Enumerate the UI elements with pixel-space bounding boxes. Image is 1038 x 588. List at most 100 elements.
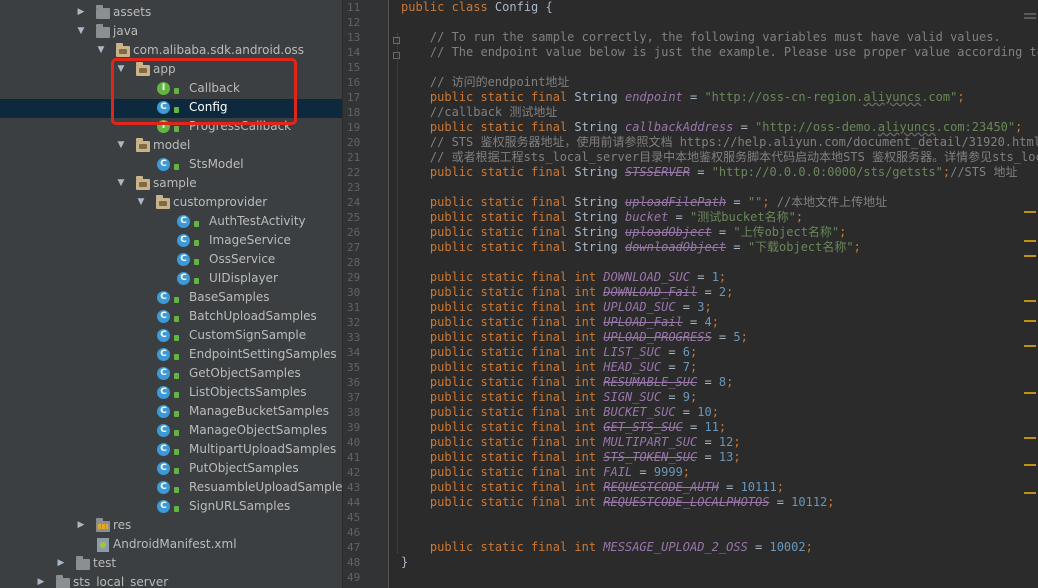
tree-item[interactable]: C ImageService xyxy=(0,232,342,251)
class-icon: C xyxy=(157,329,170,342)
code-line[interactable]: public static final int RESUMABLE_SUC = … xyxy=(401,375,1038,390)
code-line[interactable] xyxy=(401,255,1038,270)
code-line[interactable]: public static final int STS_TOKEN_SUC = … xyxy=(401,450,1038,465)
expand-arrow-icon[interactable]: ▼ xyxy=(96,45,106,55)
code-line[interactable]: public static final String endpoint = "h… xyxy=(401,90,1038,105)
tree-item[interactable]: C BatchUploadSamples xyxy=(0,308,342,327)
code-line[interactable]: public static final String downloadObjec… xyxy=(401,240,1038,255)
code-line[interactable]: // 或者根据工程sts_local_server目录中本地鉴权服务脚本代码启动… xyxy=(401,150,1038,165)
code-token: = xyxy=(697,435,719,449)
code-line[interactable]: public static final int BUCKET_SUC = 10; xyxy=(401,405,1038,420)
tree-item[interactable]: ▶ assets xyxy=(0,4,342,23)
tree-item[interactable]: C ManageObjectSamples xyxy=(0,422,342,441)
code-line[interactable]: public static final String callbackAddre… xyxy=(401,120,1038,135)
line-number: 48 xyxy=(347,556,361,569)
code-line[interactable]: } xyxy=(401,555,1038,570)
tree-item[interactable]: C StsModel xyxy=(0,156,342,175)
code-line[interactable]: public static final int UPLOAD_SUC = 3; xyxy=(401,300,1038,315)
tree-item[interactable]: AndroidManifest.xml xyxy=(0,536,342,555)
code-token: String xyxy=(574,225,625,239)
code-token: ; xyxy=(839,225,847,239)
code-line[interactable]: public static final int DOWNLOAD_SUC = 1… xyxy=(401,270,1038,285)
code-line[interactable] xyxy=(401,180,1038,195)
code-line[interactable] xyxy=(401,510,1038,525)
code-line[interactable]: // 访问的endpoint地址 xyxy=(401,75,1038,90)
tree-item[interactable]: C GetObjectSamples xyxy=(0,365,342,384)
expand-arrow-icon[interactable]: ▼ xyxy=(116,140,126,150)
tree-item[interactable]: C ResuambleUploadSamples xyxy=(0,479,342,498)
code-line[interactable]: public static final int UPLOAD_Fail = 4; xyxy=(401,315,1038,330)
code-line[interactable] xyxy=(401,60,1038,75)
tree-item[interactable]: C OssService xyxy=(0,251,342,270)
tree-item[interactable]: ▼ customprovider xyxy=(0,194,342,213)
code-line[interactable]: public static final int UPLOAD_PROGRESS … xyxy=(401,330,1038,345)
code-line[interactable]: public class Config { xyxy=(401,0,1038,15)
tree-item[interactable]: C BaseSamples xyxy=(0,289,342,308)
code-line[interactable]: // The endpoint value below is just the … xyxy=(401,45,1038,60)
expand-arrow-icon[interactable]: ▼ xyxy=(136,197,146,207)
code-token: 10111 xyxy=(740,480,777,494)
code-line[interactable]: public static final int FAIL = 9999; xyxy=(401,465,1038,480)
code-line[interactable]: public static final int LIST_SUC = 6; xyxy=(401,345,1038,360)
line-number: 34 xyxy=(347,346,361,359)
collapse-arrow-icon[interactable]: ▶ xyxy=(76,520,86,530)
code-line[interactable]: public static final int GET_STS_SUC = 11… xyxy=(401,420,1038,435)
code-line[interactable]: public static final int DOWNLOAD_Fail = … xyxy=(401,285,1038,300)
tree-item[interactable]: C ManageBucketSamples xyxy=(0,403,342,422)
fold-marker[interactable] xyxy=(393,52,400,59)
tree-item[interactable]: C PutObjectSamples xyxy=(0,460,342,479)
collapse-arrow-icon[interactable]: ▶ xyxy=(36,577,46,587)
tree-item-label: sts_local_server xyxy=(73,575,169,588)
tree-item[interactable]: ▶ test xyxy=(0,555,342,574)
tree-item[interactable]: C EndpointSettingSamples xyxy=(0,346,342,365)
code-token: public static final int xyxy=(401,285,604,299)
fold-guide xyxy=(397,33,399,553)
code-line[interactable]: // STS 鉴权服务器地址，使用前请参照文档 https://help.ali… xyxy=(401,135,1038,150)
code-line[interactable] xyxy=(401,570,1038,585)
tree-item[interactable]: ▼ model xyxy=(0,137,342,156)
tree-item-label: CustomSignSample xyxy=(189,328,307,342)
code-line[interactable]: //callback 测试地址 xyxy=(401,105,1038,120)
collapse-arrow-icon[interactable]: ▶ xyxy=(76,7,86,17)
code-token: UPLOAD_Fail xyxy=(603,315,683,329)
code-line[interactable]: public static final int REQUESTCODE_AUTH… xyxy=(401,480,1038,495)
tree-item-label: OssService xyxy=(209,252,276,266)
tree-item[interactable]: C MultipartUploadSamples xyxy=(0,441,342,460)
tree-item[interactable]: ▶ sts_local_server xyxy=(0,574,342,588)
fold-marker[interactable] xyxy=(393,37,400,44)
code-line[interactable]: public static final String STSSERVER = "… xyxy=(401,165,1038,180)
code-line[interactable]: public static final String uploadObject … xyxy=(401,225,1038,240)
expand-arrow-icon[interactable]: ▼ xyxy=(76,26,86,36)
tree-item[interactable]: ▼ sample xyxy=(0,175,342,194)
code-line[interactable]: public static final int REQUESTCODE_LOCA… xyxy=(401,495,1038,510)
code-line[interactable] xyxy=(401,525,1038,540)
code-line[interactable]: public static final String uploadFilePat… xyxy=(401,195,1038,210)
tree-item[interactable]: C AuthTestActivity xyxy=(0,213,342,232)
tree-item[interactable]: C CustomSignSample xyxy=(0,327,342,346)
tree-item[interactable]: C UIDisplayer xyxy=(0,270,342,289)
expand-arrow-icon[interactable]: ▼ xyxy=(116,178,126,188)
code-token: 1 xyxy=(711,270,719,284)
code-line[interactable]: public static final String bucket = "测试b… xyxy=(401,210,1038,225)
tree-item[interactable]: ▼ java xyxy=(0,23,342,42)
line-number: 27 xyxy=(347,241,361,254)
code-line[interactable]: public static final int MULTIPART_SUC = … xyxy=(401,435,1038,450)
code-line[interactable]: // To run the sample correctly, the foll… xyxy=(401,30,1038,45)
code-line[interactable]: public static final int MESSAGE_UPLOAD_2… xyxy=(401,540,1038,555)
line-number: 35 xyxy=(347,361,361,374)
line-number: 30 xyxy=(347,286,361,299)
code-token: Config { xyxy=(494,0,553,14)
line-number: 26 xyxy=(347,226,361,239)
code-line[interactable] xyxy=(401,15,1038,30)
code-line[interactable]: public static final int HEAD_SUC = 7; xyxy=(401,360,1038,375)
tree-item[interactable]: C SignURLSamples xyxy=(0,498,342,517)
code-line[interactable]: public static final int SIGN_SUC = 9; xyxy=(401,390,1038,405)
tree-item[interactable]: C ListObjectsSamples xyxy=(0,384,342,403)
line-number: 32 xyxy=(347,316,361,329)
class-icon: C xyxy=(157,443,170,456)
code-editor[interactable]: public class Config { // To run the samp… xyxy=(401,0,1038,588)
tree-item[interactable]: ▶ res xyxy=(0,517,342,536)
collapse-arrow-icon[interactable]: ▶ xyxy=(56,558,66,568)
lock-icon xyxy=(174,468,179,474)
code-token: ; xyxy=(776,480,784,494)
